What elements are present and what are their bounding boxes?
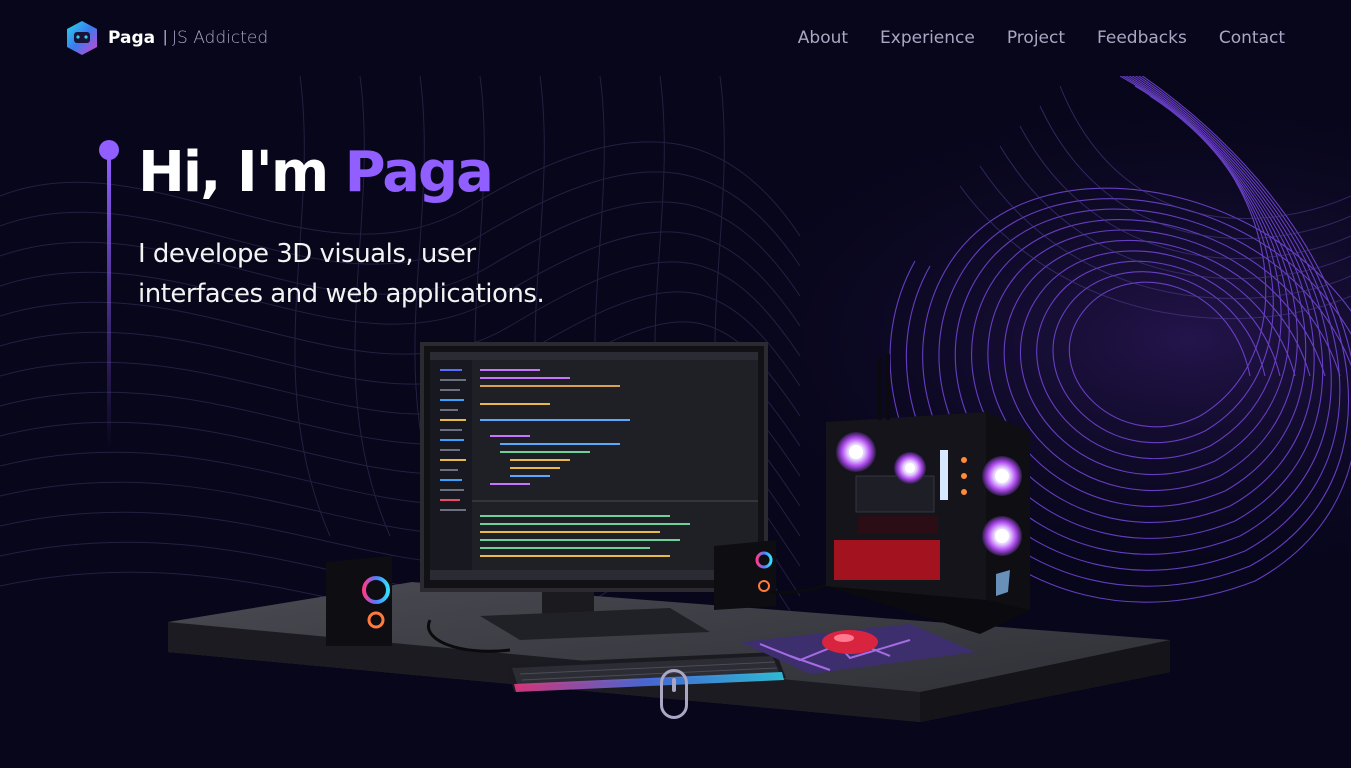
- hero-title: Hi, I'm Paga: [138, 140, 494, 205]
- brand-separator: |: [163, 27, 168, 46]
- nav-link-project[interactable]: Project: [1007, 28, 1065, 48]
- nav-link-feedbacks[interactable]: Feedbacks: [1097, 28, 1187, 48]
- hero-name: Paga: [344, 140, 494, 205]
- hero-greeting: Hi, I'm: [138, 140, 329, 205]
- nav-link-contact[interactable]: Contact: [1219, 28, 1285, 48]
- hero-subtitle: I develope 3D visuals, user interfaces a…: [138, 234, 698, 314]
- brand-name[interactable]: Paga: [108, 28, 155, 48]
- hero-section: Hi, I'm Paga I develope 3D visuals, user…: [0, 76, 1351, 768]
- navbar: Paga | JS Addicted About Experience Proj…: [0, 0, 1351, 76]
- scroll-indicator-dot: [672, 678, 676, 692]
- accent-line: [107, 158, 111, 450]
- accent-dot: [99, 140, 119, 160]
- nav-links: About Experience Project Feedbacks Conta…: [798, 28, 1285, 48]
- logo-icon[interactable]: [65, 20, 99, 56]
- nav-link-about[interactable]: About: [798, 28, 848, 48]
- hero-subtitle-line-2: interfaces and web applications.: [138, 279, 545, 309]
- brand-tagline: JS Addicted: [172, 28, 269, 48]
- hero-subtitle-line-1: I develope 3D visuals, user: [138, 239, 476, 269]
- mouse-scroll-icon[interactable]: [660, 669, 688, 719]
- nav-link-experience[interactable]: Experience: [880, 28, 975, 48]
